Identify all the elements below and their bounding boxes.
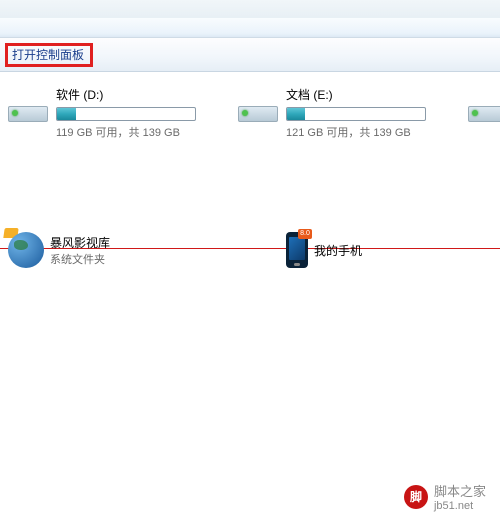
folder-item-my-phone[interactable]: 8.0 我的手机 xyxy=(280,232,362,268)
drive-label: 文档 (E:) xyxy=(286,86,428,103)
watermark-site: 脚本之家 xyxy=(434,481,486,500)
folder-subtitle: 系统文件夹 xyxy=(50,251,110,267)
capacity-bar xyxy=(286,107,426,121)
drive-label: 软件 (D:) xyxy=(56,86,198,103)
folder-title: 我的手机 xyxy=(314,242,362,259)
watermark-logo-icon: 脚 xyxy=(404,485,428,509)
hard-drive-icon xyxy=(238,90,278,122)
drives-section: 软件 (D:) 119 GB 可用，共 139 GB 文档 (E:) 121 G… xyxy=(0,72,500,227)
hard-drive-icon xyxy=(468,90,500,122)
capacity-bar xyxy=(56,107,196,121)
watermark-url: jb51.net xyxy=(434,500,486,512)
drive-item[interactable]: 娱乐 (F:) 106 GB 可用 xyxy=(468,86,500,227)
open-control-panel-link[interactable]: 打开控制面板 xyxy=(8,44,88,65)
phone-badge: 8.0 xyxy=(298,229,312,239)
toolbar: 打开控制面板 xyxy=(0,38,500,72)
drive-item[interactable]: 文档 (E:) 121 GB 可用，共 139 GB xyxy=(238,86,428,227)
drive-item[interactable]: 软件 (D:) 119 GB 可用，共 139 GB xyxy=(8,86,198,227)
folders-section: 暴风影视库 系统文件夹 8.0 我的手机 xyxy=(8,232,500,268)
drive-status: 121 GB 可用，共 139 GB xyxy=(286,124,428,140)
folder-title: 暴风影视库 xyxy=(50,234,110,251)
folder-item-media-library[interactable]: 暴风影视库 系统文件夹 xyxy=(8,232,110,268)
drive-status: 119 GB 可用，共 139 GB xyxy=(56,124,198,140)
header-strip xyxy=(0,18,500,38)
watermark: 脚 脚本之家 jb51.net xyxy=(404,481,486,512)
hard-drive-icon xyxy=(8,90,48,122)
globe-icon xyxy=(8,232,44,268)
title-bar-blur xyxy=(0,0,500,18)
